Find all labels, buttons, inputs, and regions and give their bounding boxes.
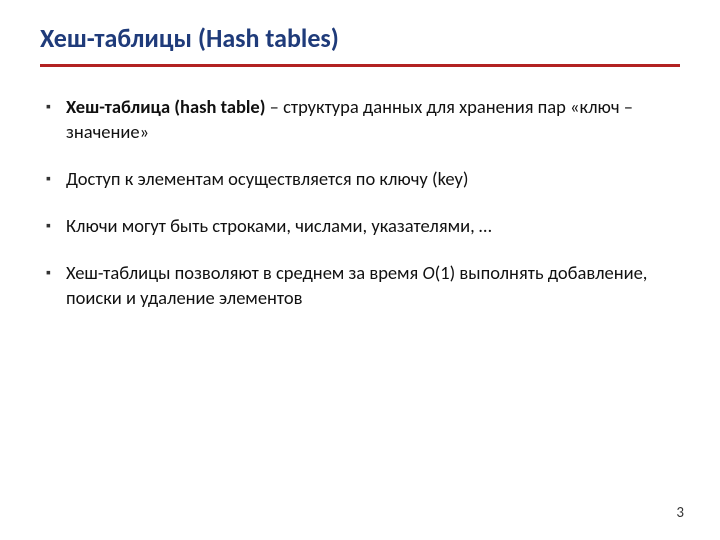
- bullet-text: Доступ к элементам осуществляется по клю…: [66, 167, 468, 190]
- list-item: Хеш-таблица (hash table) – структура дан…: [46, 95, 680, 145]
- page-number: 3: [676, 504, 684, 522]
- title-separator: [40, 64, 680, 67]
- list-item: Ключи могут быть строками, числами, указ…: [46, 214, 680, 239]
- bullet-italic: O: [423, 261, 435, 284]
- bullet-bold: Хеш-таблица (hash table): [66, 95, 266, 118]
- slide-title: Хеш-таблицы (Hash tables): [40, 22, 680, 54]
- bullet-pre: Хеш-таблицы позволяют в среднем за время: [66, 261, 423, 284]
- bullet-text: Ключи могут быть строками, числами, указ…: [66, 214, 492, 237]
- list-item: Доступ к элементам осуществляется по клю…: [46, 167, 680, 192]
- list-item: Хеш-таблицы позволяют в среднем за время…: [46, 261, 680, 311]
- bullet-list: Хеш-таблица (hash table) – структура дан…: [40, 95, 680, 311]
